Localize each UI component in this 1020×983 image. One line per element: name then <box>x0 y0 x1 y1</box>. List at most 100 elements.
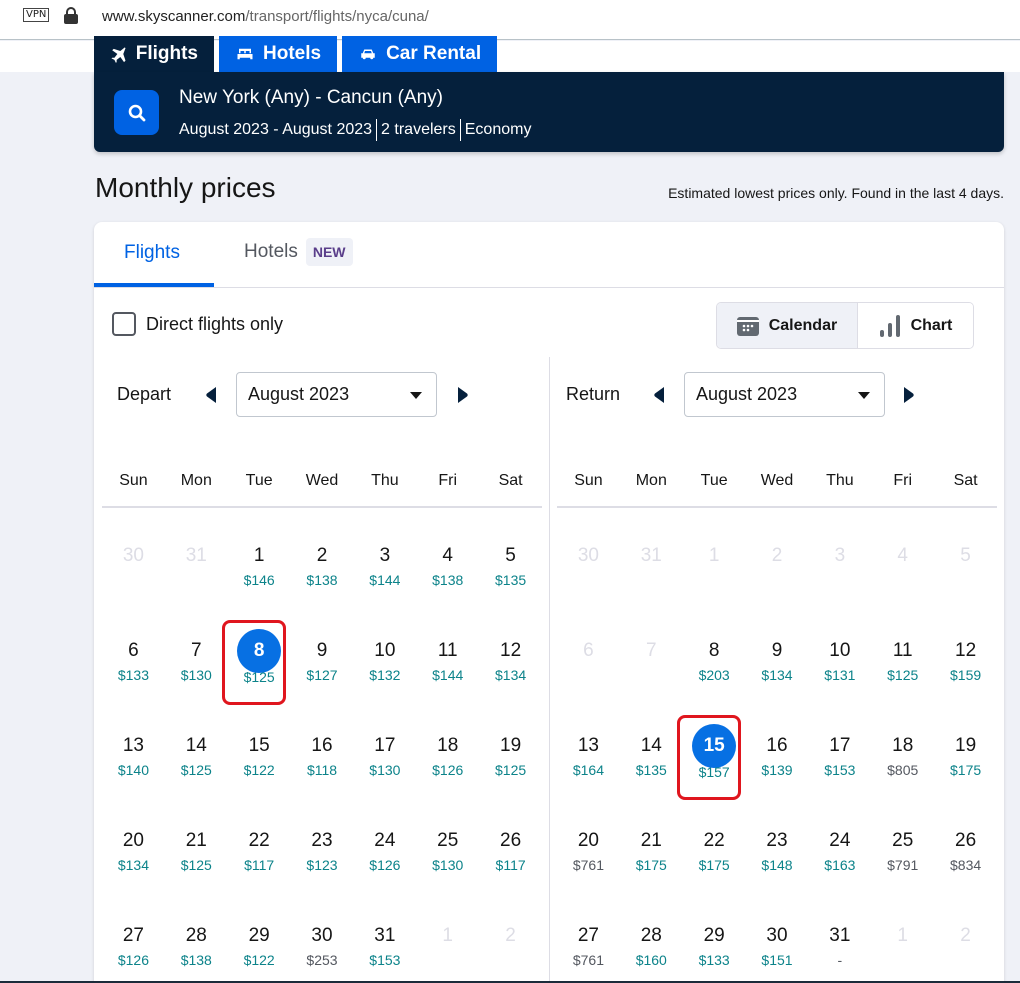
nav-tab-car-rental[interactable]: Car Rental <box>342 36 498 72</box>
lock-icon[interactable] <box>64 7 78 24</box>
day-cell[interactable]: 12 $159 <box>934 612 997 707</box>
day-cell[interactable]: 13 $164 <box>557 707 620 802</box>
day-cell[interactable]: 17 $153 <box>808 707 871 802</box>
day-cell[interactable]: 19 $175 <box>934 707 997 802</box>
direct-flights-checkbox[interactable] <box>112 312 136 336</box>
day-cell[interactable]: 21 $125 <box>165 802 228 897</box>
day-price: $125 <box>243 669 275 685</box>
day-cell[interactable]: 29 $122 <box>228 897 291 983</box>
day-cell[interactable]: 10 $131 <box>808 612 871 707</box>
return-month-select[interactable]: August 2023 <box>684 372 885 417</box>
weekday: Tue <box>700 472 728 489</box>
day-cell[interactable]: 27 $761 <box>557 897 620 983</box>
depart-month-select[interactable]: August 2023 <box>236 372 437 417</box>
day-cell[interactable]: 20 $134 <box>102 802 165 897</box>
plane-icon <box>111 47 126 63</box>
search-travelers: 2 travelers <box>381 121 456 138</box>
calendar-view-button[interactable]: Calendar <box>717 303 858 348</box>
day-cell[interactable]: 11 $125 <box>871 612 934 707</box>
day-number: 31 <box>185 545 207 566</box>
day-cell[interactable]: 20 $761 <box>557 802 620 897</box>
day-cell[interactable]: 17 $130 <box>353 707 416 802</box>
search-cabin: Economy <box>464 121 532 138</box>
day-price: $175 <box>950 762 982 778</box>
day-cell[interactable]: 31- <box>808 897 871 983</box>
day-cell[interactable]: 26 $834 <box>934 802 997 897</box>
depart-next-month-button[interactable] <box>456 386 470 404</box>
day-cell[interactable]: 31 $153 <box>353 897 416 983</box>
day-cell[interactable]: 16 $118 <box>291 707 354 802</box>
day-cell[interactable]: 24 $126 <box>353 802 416 897</box>
day-cell[interactable]: 5 $135 <box>479 517 542 612</box>
weekday: Sat <box>953 472 978 489</box>
day-cell[interactable]: 27 $126 <box>102 897 165 983</box>
day-cell[interactable]: 28 $160 <box>620 897 683 983</box>
day-cell[interactable]: 23 $148 <box>746 802 809 897</box>
day-cell[interactable]: 4 $138 <box>416 517 479 612</box>
day-cell[interactable]: 25 $791 <box>871 802 934 897</box>
day-price: $160 <box>635 952 667 968</box>
day-price: $130 <box>180 667 212 683</box>
tab-flights[interactable]: Flights <box>124 242 180 264</box>
day-cell[interactable]: 8 $203 <box>683 612 746 707</box>
day-cell[interactable]: 9 $127 <box>291 612 354 707</box>
depart-month-value: August 2023 <box>248 384 350 404</box>
day-cell: 2 <box>746 517 809 612</box>
day-cell[interactable]: 29 $133 <box>683 897 746 983</box>
day-cell[interactable]: 22 $175 <box>683 802 746 897</box>
day-cell[interactable]: 18 $126 <box>416 707 479 802</box>
day-price: $122 <box>243 762 275 778</box>
return-next-month-button[interactable] <box>902 386 916 404</box>
direct-flights-filter[interactable]: Direct flights only <box>112 312 283 336</box>
return-prev-month-button[interactable] <box>652 386 666 404</box>
day-cell: 2 <box>934 897 997 983</box>
day-number: 1 <box>708 545 720 566</box>
day-cell[interactable]: 21 $175 <box>620 802 683 897</box>
tab-hotels[interactable]: Hotels NEW <box>244 238 353 266</box>
browser-address-bar[interactable]: VPN www.skyscanner.com/transport/flights… <box>0 0 1020 40</box>
day-cell[interactable]: 3 $144 <box>353 517 416 612</box>
search-summary[interactable]: New York (Any) - Cancun (Any) August 202… <box>94 72 1004 152</box>
day-cell[interactable]: 6 $133 <box>102 612 165 707</box>
day-cell[interactable]: 9 $134 <box>746 612 809 707</box>
chart-view-button[interactable]: Chart <box>857 303 973 348</box>
chevron-left-icon <box>654 387 664 403</box>
day-cell[interactable]: 13 $140 <box>102 707 165 802</box>
day-cell[interactable]: 15 $122 <box>228 707 291 802</box>
day-cell: 7 <box>620 612 683 707</box>
day-cell[interactable]: 2 $138 <box>291 517 354 612</box>
depart-day-grid: 30 31 1 $146 2 $138 3 $144 4 $138 5 $135 6 $133 7 $130 8… <box>102 517 542 983</box>
selected-day-cell[interactable]: 8 $125 <box>221 612 291 707</box>
day-cell[interactable]: 16 $139 <box>746 707 809 802</box>
day-cell[interactable]: 24 $163 <box>808 802 871 897</box>
depart-prev-month-button[interactable] <box>204 386 218 404</box>
nav-tab-hotels[interactable]: Hotels <box>219 36 338 72</box>
day-cell[interactable]: 30 $151 <box>746 897 809 983</box>
vpn-badge[interactable]: VPN <box>23 8 50 22</box>
day-cell[interactable]: 14 $135 <box>620 707 683 802</box>
day-cell[interactable]: 28 $138 <box>165 897 228 983</box>
return-label: Return <box>566 384 621 404</box>
day-cell[interactable]: 19 $125 <box>479 707 542 802</box>
day-cell[interactable]: 7 $130 <box>165 612 228 707</box>
day-price: $123 <box>306 857 338 873</box>
url-text[interactable]: www.skyscanner.com/transport/flights/nyc… <box>102 8 429 25</box>
selected-day-cell[interactable]: 15 $157 <box>676 707 746 802</box>
day-cell[interactable]: 18 $805 <box>871 707 934 802</box>
day-cell[interactable]: 11 $144 <box>416 612 479 707</box>
day-cell[interactable]: 10 $132 <box>353 612 416 707</box>
search-button[interactable] <box>114 90 159 135</box>
day-price: $122 <box>243 952 275 968</box>
search-route: New York (Any) - Cancun (Any) <box>179 87 443 108</box>
day-cell[interactable]: 26 $117 <box>479 802 542 897</box>
day-cell[interactable]: 23 $123 <box>291 802 354 897</box>
day-cell[interactable]: 12 $134 <box>479 612 542 707</box>
day-cell[interactable]: 22 $117 <box>228 802 291 897</box>
nav-tab-flights[interactable]: Flights <box>94 36 214 72</box>
day-cell[interactable]: 30 $253 <box>291 897 354 983</box>
day-cell[interactable]: 1 $146 <box>228 517 291 612</box>
day-cell[interactable]: 14 $125 <box>165 707 228 802</box>
day-number: 2 <box>771 545 783 566</box>
weekday: Thu <box>826 472 854 489</box>
day-cell[interactable]: 25 $130 <box>416 802 479 897</box>
